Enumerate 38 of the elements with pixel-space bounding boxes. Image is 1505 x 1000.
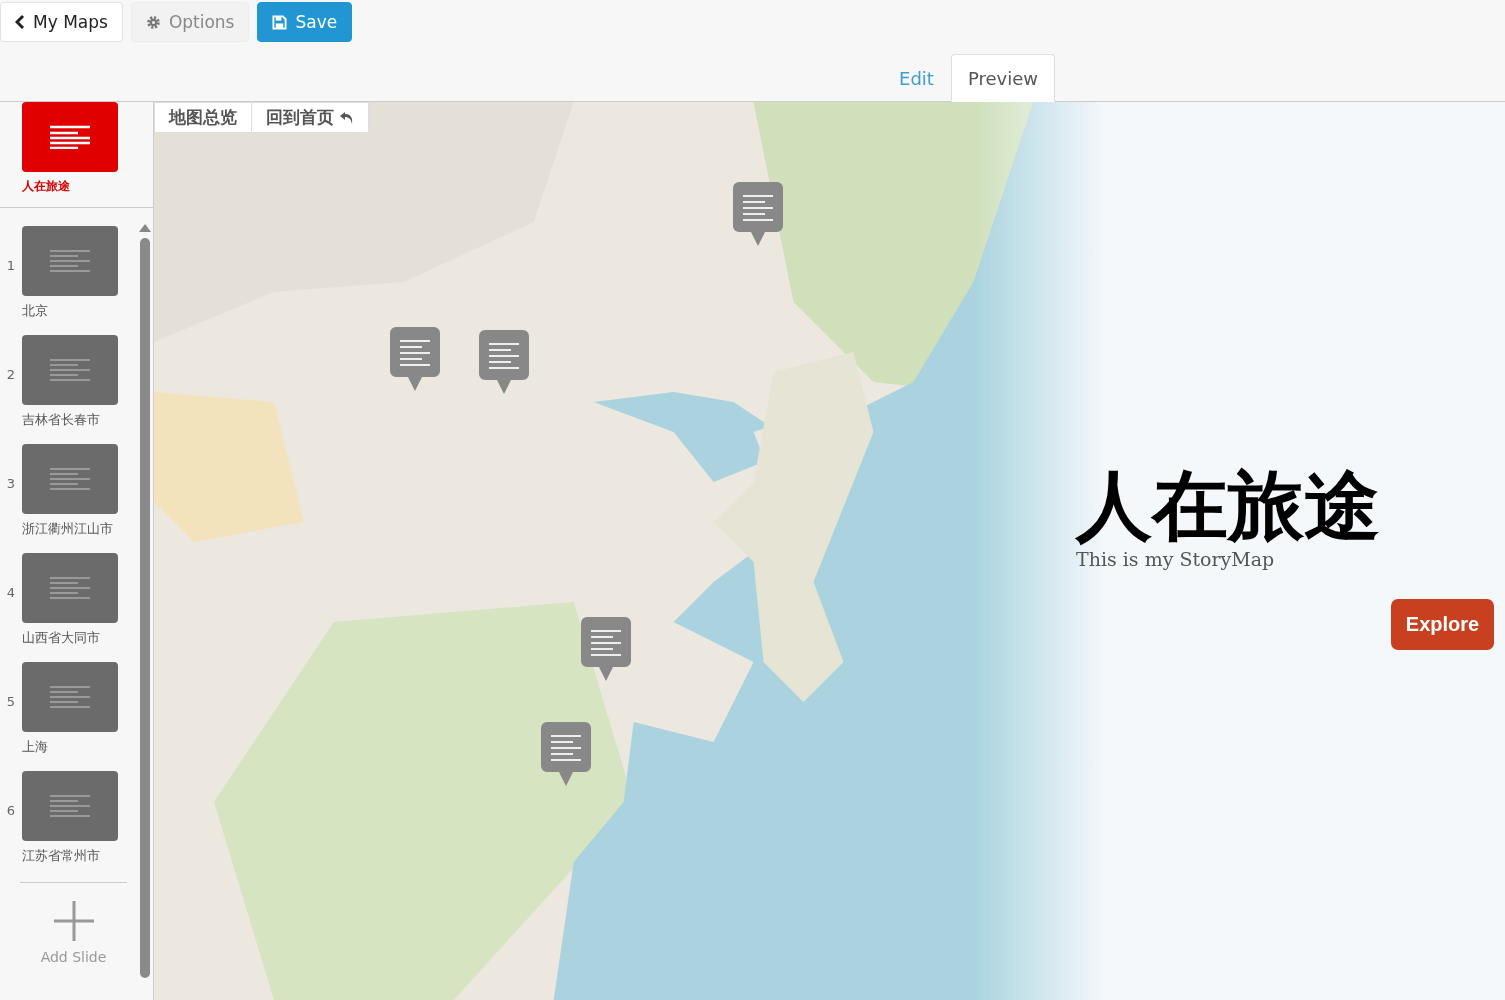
slide-title: 北京 — [22, 302, 49, 320]
slide-item[interactable]: 5 上海 — [0, 662, 137, 771]
slide-title: 上海 — [22, 738, 49, 756]
text-lines-icon — [50, 576, 90, 600]
text-lines-icon — [50, 125, 90, 149]
slide-item[interactable]: 6 江苏省常州市 — [0, 771, 137, 880]
scrollbar-thumb[interactable] — [140, 238, 150, 978]
text-lines-icon — [50, 685, 90, 709]
text-lines-icon — [50, 794, 90, 818]
slide-number: 2 — [5, 367, 17, 382]
slide-number: 5 — [5, 694, 17, 709]
cover-slide[interactable]: 人在旅途 — [0, 102, 153, 208]
slide-title: 山西省大同市 — [22, 629, 101, 647]
slide-number: 3 — [5, 476, 17, 491]
slide-item[interactable]: 1 北京 — [0, 226, 137, 335]
text-lines-icon — [50, 249, 90, 273]
plus-icon — [53, 901, 94, 941]
slide-title: 人在旅途 — [22, 178, 70, 195]
scroll-up-icon[interactable] — [139, 224, 151, 232]
slide-title: 吉林省长春市 — [22, 411, 101, 429]
text-lines-icon — [50, 358, 90, 382]
story-title: 人在旅途 — [1076, 464, 1380, 548]
explore-button[interactable]: Explore — [1391, 599, 1494, 650]
slide-number: 1 — [5, 258, 17, 273]
text-lines-icon — [50, 467, 90, 491]
slide-item[interactable]: 3 浙江衢州江山市 — [0, 444, 137, 553]
story-subtitle: This is my StoryMap — [1076, 547, 1276, 570]
return-arrow-icon — [340, 110, 354, 125]
slide-title: 江苏省常州市 — [22, 847, 101, 865]
chevron-left-icon — [15, 14, 25, 30]
slide-number: 4 — [5, 585, 17, 600]
gear-icon — [145, 14, 161, 30]
tab[interactable]: Preview — [950, 54, 1055, 102]
slide-item[interactable]: 4 山西省大同市 — [0, 553, 137, 662]
slide-item[interactable]: 2 吉林省长春市 — [0, 335, 137, 444]
slide-number: 6 — [5, 803, 17, 818]
slide-title: 浙江衢州江山市 — [22, 520, 114, 538]
back-button[interactable]: My Maps — [0, 2, 123, 42]
